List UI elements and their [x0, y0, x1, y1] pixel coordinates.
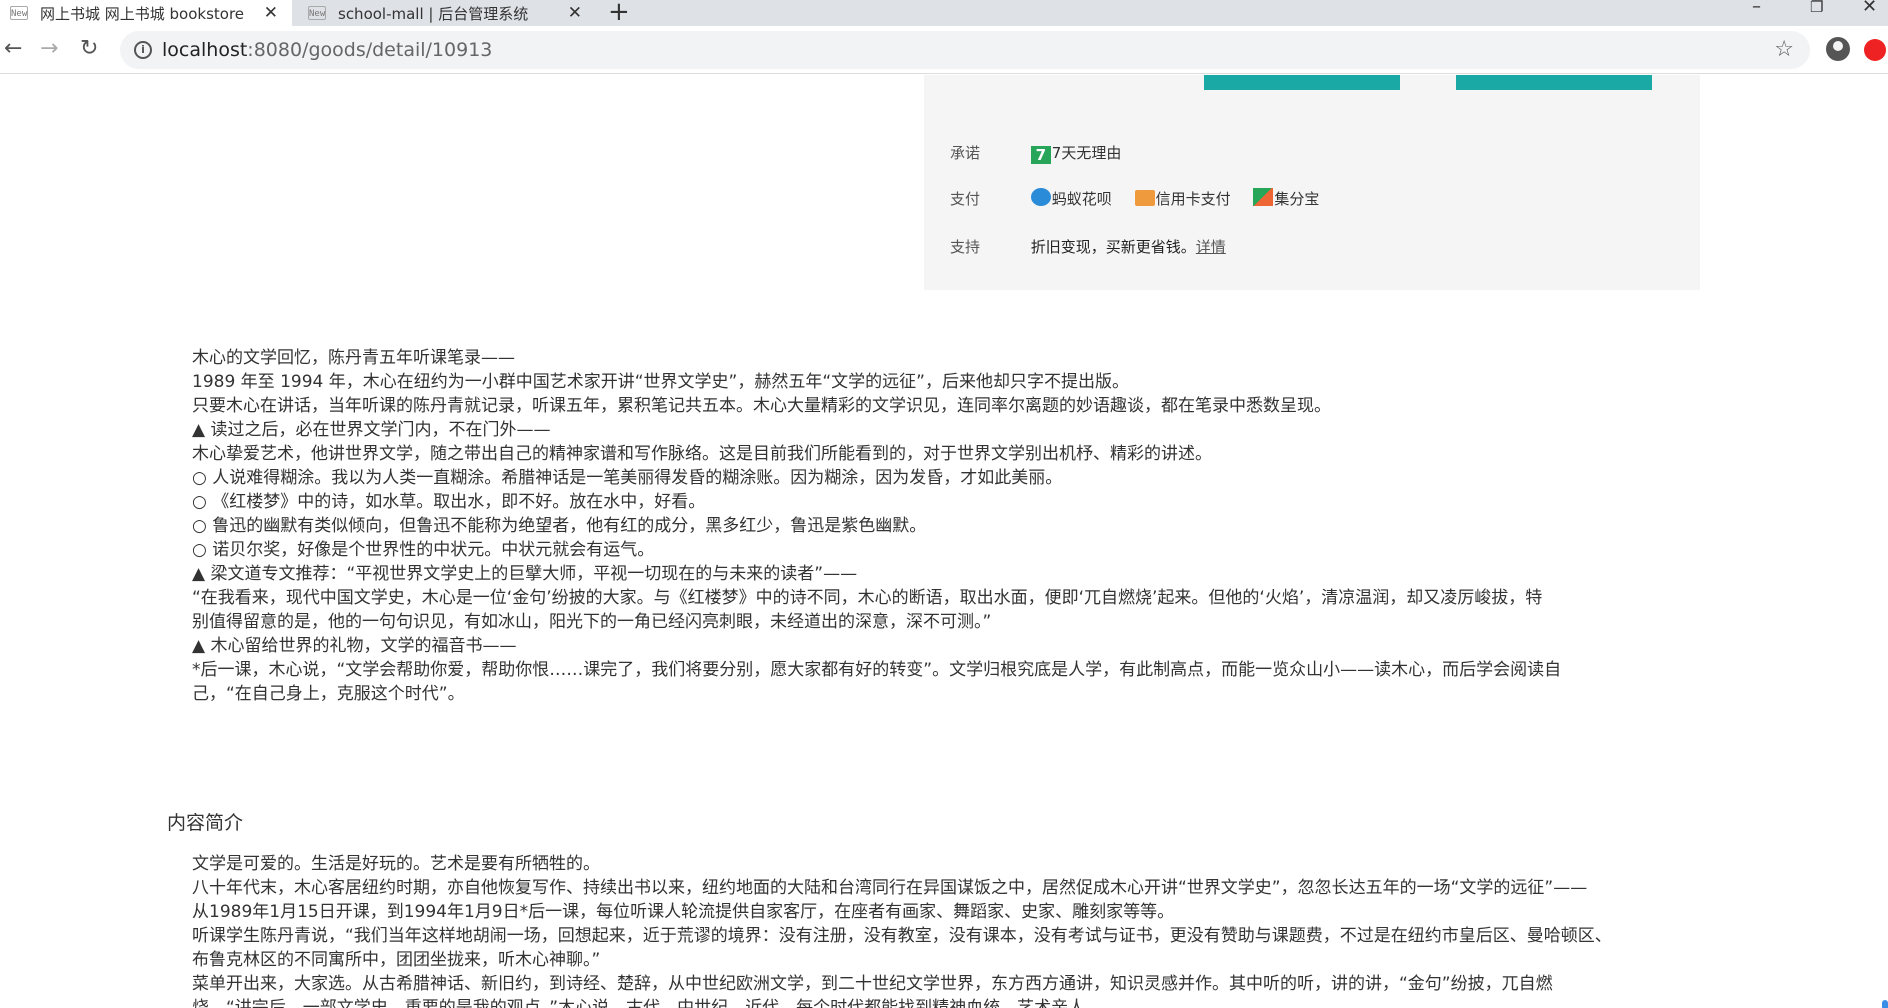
browser-tab-strip: New 网上书城 网上书城 bookstore ✕ New school-mal…	[0, 0, 1888, 27]
intro-line: 八十年代末，木心客居纽约时期，亦自他恢复写作、持续出书以来，纽约地面的大陆和台湾…	[192, 878, 1588, 898]
payment-row: 支付 蚂蚁花呗 信用卡支付 集分宝	[950, 188, 1337, 209]
review-line: 木心挚爱艺术，他讲世界文学，随之带出自己的精神家谱和写作脉络。这是目前我们所能看…	[192, 444, 1212, 464]
seven-day-icon: 7	[1030, 146, 1051, 164]
page-content: 承诺 7 7天无理由 支付 蚂蚁花呗 信用卡支付 集分宝 支持 折旧变现，买新更省…	[0, 75, 1888, 1008]
url-text: localhost:8080/goods/detail/10913	[162, 39, 493, 61]
intro-section-title: 内容简介	[167, 812, 244, 834]
review-line: ▲ 梁文道专文推荐：“平视世界文学史上的巨擘大师，平视一切现在的与未来的读者”—…	[192, 564, 858, 584]
payment-jifenbao: 集分宝	[1253, 188, 1319, 209]
buy-now-button[interactable]	[1456, 75, 1652, 90]
review-line: ▲ 读过之后，必在世界文学门内，不在门外——	[192, 420, 551, 440]
tab-favicon-icon: New	[308, 6, 326, 20]
minimize-icon[interactable]: –	[1752, 0, 1761, 17]
review-line: ○ 诺贝尔奖，好像是个世界性的中状元。中状元就会有运气。	[192, 540, 655, 560]
close-tab-icon[interactable]: ✕	[264, 3, 278, 23]
maximize-icon[interactable]: ❐	[1810, 0, 1823, 16]
review-line: ▲ 木心留给世界的礼物，文学的福音书——	[192, 636, 517, 656]
promise-row: 承诺 7 7天无理由	[950, 142, 1121, 164]
purchase-info-panel: 承诺 7 7天无理由 支付 蚂蚁花呗 信用卡支付 集分宝 支持 折旧变现，买新更省…	[924, 75, 1700, 290]
editor-review: 木心的文学回忆，陈丹青五年听课笔录—— 1989 年至 1994 年，木心在纽约…	[192, 346, 1672, 706]
window-close-icon[interactable]: ✕	[1862, 0, 1877, 17]
intro-line: 布鲁克林区的不同寓所中，团团坐拢来，听木心神聊。”	[192, 950, 601, 970]
review-line: 己，“在自己身上，克服这个时代”。	[192, 684, 465, 704]
credit-card-icon	[1134, 190, 1155, 206]
new-tab-icon[interactable]: +	[608, 0, 630, 27]
tab-bookstore[interactable]: New 网上书城 网上书城 bookstore ✕	[0, 0, 292, 26]
address-bar[interactable]: i localhost:8080/goods/detail/10913 ☆	[120, 31, 1810, 69]
review-line: 木心的文学回忆，陈丹青五年听课笔录——	[192, 348, 515, 368]
reload-icon[interactable]: ↻	[80, 36, 98, 62]
jifenbao-icon	[1253, 188, 1274, 206]
content-intro: 文学是可爱的。生活是好玩的。艺术是要有所牺牲的。 八十年代末，木心客居纽约时期，…	[192, 852, 1672, 1008]
payment-credit-card: 信用卡支付	[1134, 188, 1231, 209]
forward-arrow-icon[interactable]: →	[40, 36, 58, 62]
browser-toolbar: ← → ↻ i localhost:8080/goods/detail/1091…	[0, 26, 1888, 74]
tab-favicon-icon: New	[10, 6, 28, 20]
intro-line: 听课学生陈丹青说，“我们当年这样地胡闹一场，回想起来，近于荒谬的境界：没有注册，…	[192, 926, 1612, 946]
site-info-icon[interactable]: i	[134, 41, 152, 59]
profile-avatar-icon[interactable]	[1826, 37, 1850, 61]
intro-line: 烧，“讲完后，一部文学史，重要的是我的观点。”木心说。古代、中世纪、近代，每个时…	[192, 998, 1086, 1008]
scrollbar-thumb[interactable]	[1882, 1000, 1888, 1008]
back-arrow-icon[interactable]: ←	[4, 36, 22, 62]
close-tab-icon[interactable]: ✕	[568, 3, 582, 23]
review-line: 只要木心在讲话，当年听课的陈丹青就记录，听课五年，累积笔记共五本。木心大量精彩的…	[192, 396, 1331, 416]
review-line: 1989 年至 1994 年，木心在纽约为一小群中国艺术家开讲“世界文学史”，赫…	[192, 372, 1129, 392]
tab-title: 网上书城 网上书城 bookstore	[40, 4, 245, 23]
add-to-cart-button[interactable]	[1204, 75, 1400, 90]
bookmark-star-icon[interactable]: ☆	[1774, 37, 1794, 62]
payment-huabei: 蚂蚁花呗	[1030, 188, 1112, 209]
extension-icon[interactable]	[1864, 39, 1886, 61]
review-line: *后一课，木心说，“文学会帮助你爱，帮助你恨……课完了，我们将要分别，愿大家都有…	[192, 660, 1562, 680]
support-details-link[interactable]: 详情	[1196, 238, 1226, 256]
review-line: ○ 《红楼梦》中的诗，如水草。取出水，即不好。放在水中，好看。	[192, 492, 706, 512]
review-line: ○ 人说难得糊涂。我以为人类一直糊涂。希腊神话是一笔美丽得发昏的糊涂账。因为糊涂…	[192, 468, 1063, 488]
review-line: 别值得留意的是，他的一句句识见，有如冰山，阳光下的一角已经闪亮刺眼，未经道出的深…	[192, 612, 992, 632]
intro-line: 文学是可爱的。生活是好玩的。艺术是要有所牺牲的。	[192, 854, 600, 874]
intro-line: 从1989年1月15日开课，到1994年1月9日*后一课，每位听课人轮流提供自家…	[192, 902, 1175, 922]
tab-title: school-mall | 后台管理系统	[338, 4, 529, 23]
tab-school-mall[interactable]: New school-mall | 后台管理系统 ✕	[298, 0, 596, 26]
intro-line: 菜单开出来，大家选。从古希腊神话、新旧约，到诗经、楚辞，从中世纪欧洲文学，到二十…	[192, 974, 1553, 994]
huabei-icon	[1030, 188, 1051, 206]
review-line: ○ 鲁迅的幽默有类似倾向，但鲁迅不能称为绝望者，他有红的成分，黑多红少，鲁迅是紫…	[192, 516, 927, 536]
promise-label: 承诺	[950, 144, 981, 162]
review-line: “在我看来，现代中国文学史，木心是一位‘金句’纷披的大家。与《红楼梦》中的诗不同…	[192, 588, 1543, 608]
payment-label: 支付	[950, 190, 981, 208]
support-label: 支持	[950, 238, 981, 256]
support-text: 折旧变现，买新更省钱。	[1030, 238, 1196, 256]
promise-text: 7天无理由	[1051, 144, 1122, 162]
support-row: 支持 折旧变现，买新更省钱。详情	[950, 236, 1226, 257]
